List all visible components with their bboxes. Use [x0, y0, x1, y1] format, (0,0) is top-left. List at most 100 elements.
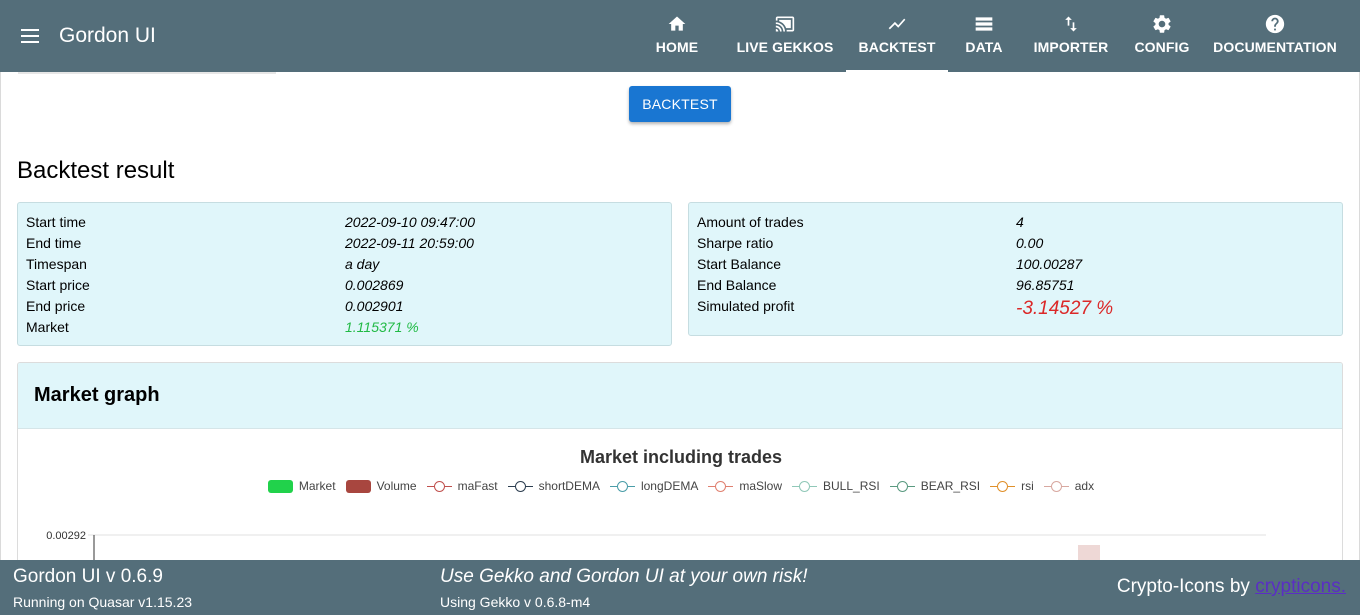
legend-label: rsi — [1021, 479, 1034, 493]
legend-line-marker — [990, 480, 1016, 493]
y-tick-label: 0.00292 — [46, 530, 86, 542]
top-toolbar: Gordon UI HOME LIVE GEKKOS BACKTEST DATA — [0, 0, 1360, 72]
result-summary-card: Start time 2022-09-10 09:47:00 End time … — [17, 202, 672, 346]
icon-credit: Crypto-Icons by crypticons. — [1117, 575, 1346, 599]
result-row-market: Market 1.115371 % — [26, 317, 663, 338]
result-row-end-time: End time 2022-09-11 20:59:00 — [26, 233, 663, 254]
result-row-start-price: Start price 0.002869 — [26, 275, 663, 296]
market-graph-header: Market graph — [18, 363, 1342, 429]
legend-item-longdema[interactable]: longDEMA — [609, 479, 699, 493]
result-performance-card: Amount of trades 4 Sharpe ratio 0.00 Sta… — [688, 202, 1343, 336]
backtest-result-title: Backtest result — [17, 157, 175, 184]
nav-documentation[interactable]: DOCUMENTATION — [1202, 0, 1348, 72]
result-value: 0.002901 — [345, 298, 404, 314]
result-row-simulated-profit: Simulated profit -3.14527 % — [697, 296, 1334, 319]
nav-backtest[interactable]: BACKTEST — [846, 0, 948, 72]
main-nav: HOME LIVE GEKKOS BACKTEST DATA IMPORTER — [630, 0, 1348, 72]
result-value: 0.00 — [1016, 235, 1044, 251]
crypticons-link[interactable]: crypticons. — [1255, 576, 1346, 597]
legend-item-adx[interactable]: adx — [1043, 479, 1095, 493]
import-export-icon — [1061, 13, 1081, 35]
result-value: 2022-09-11 20:59:00 — [345, 235, 474, 251]
legend-item-bear-rsi[interactable]: BEAR_RSI — [889, 479, 981, 493]
result-row-start-balance: Start Balance 100.00287 — [697, 254, 1334, 275]
show-chart-icon — [885, 13, 909, 35]
result-value: 96.85751 — [1016, 277, 1075, 293]
help-icon — [1264, 13, 1286, 35]
result-label: Timespan — [26, 256, 87, 272]
result-row-amount-of-trades: Amount of trades 4 — [697, 212, 1334, 233]
legend-item-shortdema[interactable]: shortDEMA — [507, 479, 600, 493]
quasar-version: Running on Quasar v1.15.23 — [13, 594, 193, 610]
app-title: Gordon UI — [59, 24, 156, 47]
result-label: End time — [26, 235, 82, 251]
market-graph-title: Market graph — [34, 384, 160, 406]
menu-icon — [21, 29, 39, 43]
nav-label: HOME — [655, 39, 699, 55]
legend-line-marker — [708, 480, 734, 493]
result-label: Start Balance — [697, 256, 782, 272]
legend-label: adx — [1074, 479, 1095, 493]
result-row-end-balance: End Balance 96.85751 — [697, 275, 1334, 296]
legend-item-bull-rsi[interactable]: BULL_RSI — [792, 479, 880, 493]
market-graph-card: Market graph Market including trades Mar… — [17, 362, 1343, 572]
home-icon — [666, 13, 688, 35]
legend-label: BULL_RSI — [823, 479, 880, 493]
page-border-left — [0, 72, 1, 562]
result-value: 100.00287 — [1016, 256, 1083, 272]
legend-item-volume[interactable]: Volume — [345, 479, 417, 493]
nav-config[interactable]: CONFIG — [1122, 0, 1202, 72]
legend-label: Market — [298, 479, 336, 493]
legend-label: maSlow — [739, 479, 783, 493]
backtest-button[interactable]: BACKTEST — [629, 86, 731, 122]
legend-line-marker — [889, 480, 915, 493]
chart-title: Market including trades — [579, 447, 783, 467]
result-value: 2022-09-10 09:47:00 — [345, 214, 475, 230]
legend-swatch — [345, 479, 371, 493]
nav-live-gekkos[interactable]: LIVE GEKKOS — [724, 0, 846, 72]
menu-button[interactable] — [14, 20, 46, 52]
scrolled-card-edge — [18, 72, 276, 74]
nav-label: DOCUMENTATION — [1213, 39, 1337, 55]
legend-label: Volume — [376, 479, 417, 493]
legend-line-marker — [792, 480, 818, 493]
legend-item-rsi[interactable]: rsi — [990, 479, 1034, 493]
result-value: a day — [345, 256, 380, 272]
result-label: Sharpe ratio — [697, 235, 774, 251]
legend-label: longDEMA — [640, 479, 699, 493]
credit-prefix: Crypto-Icons by — [1116, 576, 1256, 597]
result-label: End Balance — [697, 277, 777, 293]
cast-icon — [773, 13, 797, 35]
legend-item-maslow[interactable]: maSlow — [708, 479, 782, 493]
gekko-version: Using Gekko v 0.6.8-m4 — [440, 594, 591, 610]
app-version: Gordon UI v 0.6.9 — [13, 566, 163, 587]
legend-line-marker — [1043, 480, 1069, 493]
market-change-value: 1.115371 % — [345, 319, 419, 335]
result-label: Amount of trades — [697, 214, 804, 230]
nav-data[interactable]: DATA — [948, 0, 1020, 72]
nav-label: CONFIG — [1134, 39, 1190, 55]
legend-label: BEAR_RSI — [920, 479, 981, 493]
legend-swatch — [267, 479, 293, 493]
legend-label: shortDEMA — [538, 479, 600, 493]
nav-label: BACKTEST — [858, 39, 936, 55]
legend-item-market[interactable]: Market — [267, 479, 336, 493]
result-label: Market — [26, 319, 69, 335]
simulated-profit-value: -3.14527 % — [1016, 298, 1114, 319]
footer: Gordon UI v 0.6.9 Running on Quasar v1.1… — [0, 560, 1360, 615]
nav-label: IMPORTER — [1033, 39, 1109, 55]
result-row-start-time: Start time 2022-09-10 09:47:00 — [26, 212, 663, 233]
result-row-timespan: Timespan a day — [26, 254, 663, 275]
result-label: Start time — [26, 214, 86, 230]
nav-importer[interactable]: IMPORTER — [1020, 0, 1122, 72]
nav-home[interactable]: HOME — [630, 0, 724, 72]
legend-line-marker — [426, 480, 452, 493]
result-value: 4 — [1016, 214, 1024, 230]
legend-item-mafast[interactable]: maFast — [426, 479, 498, 493]
chart-legend: Market Volume maFast shortDEMA longDEMA maSlo… — [18, 479, 1342, 493]
gear-icon — [1151, 13, 1173, 35]
result-label: End price — [26, 298, 86, 314]
storage-icon — [973, 13, 995, 35]
result-row-end-price: End price 0.002901 — [26, 296, 663, 317]
nav-label: DATA — [965, 39, 1003, 55]
